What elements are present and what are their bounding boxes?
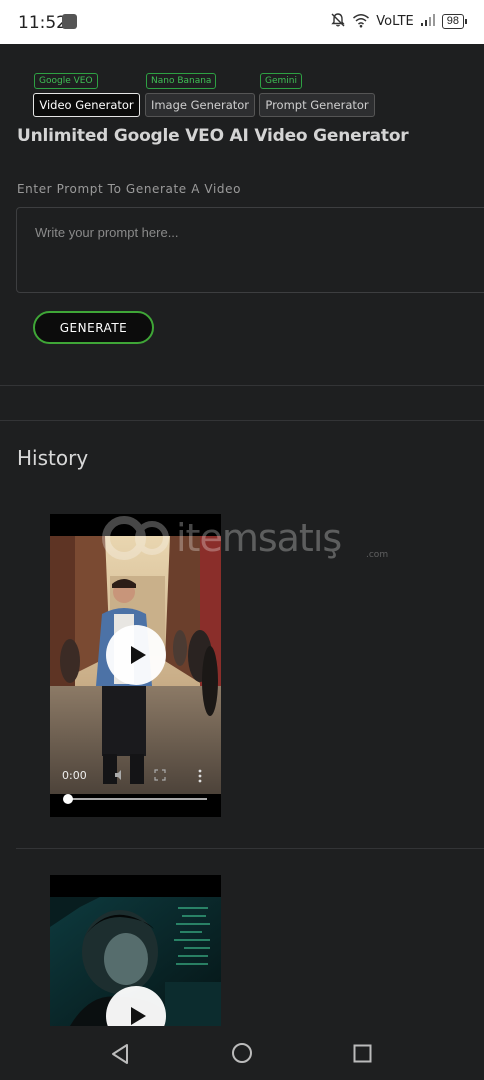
more-vert-icon[interactable] xyxy=(197,769,203,786)
video-progress-track[interactable] xyxy=(68,798,207,800)
section-divider xyxy=(0,385,484,386)
recents-nav-icon[interactable] xyxy=(353,1044,372,1068)
prompt-label: Enter Prompt To Generate A Video xyxy=(17,182,242,196)
volume-icon[interactable] xyxy=(114,769,126,784)
play-icon xyxy=(131,1007,146,1025)
status-time: 11:52 xyxy=(18,13,67,33)
tab-video-generator[interactable]: Video Generator xyxy=(33,93,140,117)
history-video-player[interactable]: 0:00 xyxy=(50,514,221,817)
tab-badge-nano-banana: Nano Banana xyxy=(146,73,217,89)
network-type: VoLTE xyxy=(376,14,414,29)
signal-icon xyxy=(420,13,436,30)
back-nav-icon[interactable] xyxy=(110,1043,130,1070)
tab-badge-google-veo: Google VEO xyxy=(34,73,98,89)
play-icon xyxy=(131,646,146,664)
history-divider xyxy=(16,848,484,849)
prompt-input[interactable] xyxy=(16,207,484,293)
tab-image-generator[interactable]: Image Generator xyxy=(145,93,255,117)
play-button[interactable] xyxy=(106,625,166,685)
watermark-suffix: .com xyxy=(366,550,389,560)
video-progress-knob[interactable] xyxy=(63,794,73,804)
video-time: 0:00 xyxy=(62,769,87,782)
status-indicators: VoLTE 98 xyxy=(330,12,468,31)
status-bar: 11:52 VoLTE 98 xyxy=(0,0,484,44)
navigation-bar xyxy=(0,1026,484,1080)
fullscreen-icon[interactable] xyxy=(154,769,166,784)
history-video-player[interactable] xyxy=(50,875,221,1026)
wifi-icon xyxy=(352,13,370,31)
battery-icon: 98 xyxy=(441,14,468,29)
tab-badge-gemini: Gemini xyxy=(260,73,302,89)
tab-prompt-generator[interactable]: Prompt Generator xyxy=(259,93,375,117)
page-title: Unlimited Google VEO AI Video Generator xyxy=(17,126,409,146)
home-nav-icon[interactable] xyxy=(231,1042,253,1069)
section-divider xyxy=(0,420,484,421)
generate-button[interactable]: GENERATE xyxy=(33,311,154,344)
bell-off-icon xyxy=(330,12,346,31)
app-notification-icon xyxy=(62,14,77,29)
history-title: History xyxy=(17,446,89,470)
